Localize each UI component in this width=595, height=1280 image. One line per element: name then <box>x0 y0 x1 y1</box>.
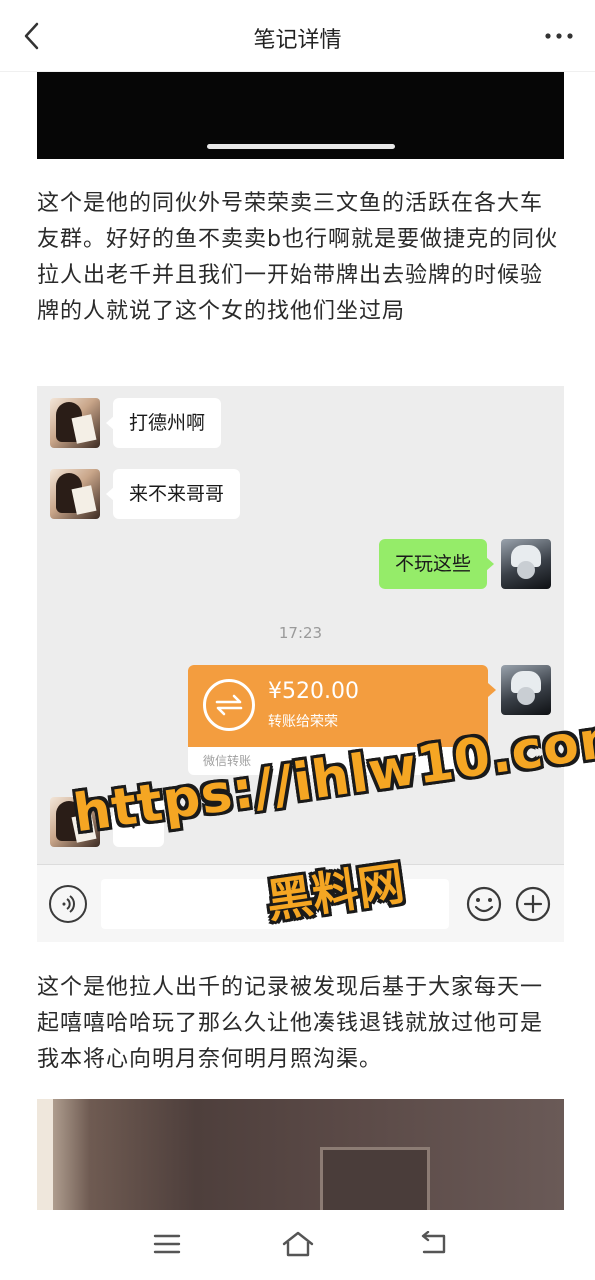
more-button[interactable] <box>535 16 583 56</box>
message-timestamp: 17:23 <box>278 624 323 642</box>
chat-screenshot-image[interactable]: 打德州啊 来不来哥哥 不玩这些 17:23 ¥520.00 转账给荣荣 微信转账… <box>37 386 564 942</box>
user-avatar <box>501 539 551 589</box>
transfer-amount: ¥520.00 <box>268 679 359 704</box>
top-nav-bar: 笔记详情 <box>0 0 595 72</box>
emoji-icon <box>465 885 503 923</box>
contact-avatar <box>50 398 100 448</box>
incoming-message-bubble: 打德州啊 <box>105 398 222 448</box>
menu-button[interactable] <box>147 1226 187 1262</box>
back-nav-button[interactable] <box>413 1226 453 1262</box>
home-icon <box>282 1231 314 1257</box>
incoming-message-bubble: 来不来哥哥 <box>105 469 241 519</box>
system-nav-bar <box>0 1210 595 1280</box>
post-photo[interactable] <box>37 1099 564 1210</box>
note-content[interactable]: 这个是他的同伙外号荣荣卖三文鱼的活跃在各大车友群。好好的鱼不卖卖b也行啊就是要做… <box>0 72 595 1210</box>
photo-door <box>320 1147 430 1210</box>
contact-avatar <box>50 469 100 519</box>
transfer-arrows-icon <box>203 679 255 731</box>
voice-input-icon <box>49 885 87 923</box>
plus-circle-icon <box>514 885 552 923</box>
video-player[interactable] <box>37 72 564 159</box>
page-title: 笔记详情 <box>253 28 342 53</box>
video-progress-bar[interactable] <box>207 144 395 149</box>
more-horizontal-icon <box>545 33 573 39</box>
post-paragraph: 这个是他的同伙外号荣荣卖三文鱼的活跃在各大车友群。好好的鱼不卖卖b也行啊就是要做… <box>37 191 558 324</box>
photo-wall-light <box>37 1099 53 1210</box>
transfer-description: 转账给荣荣 <box>268 714 338 730</box>
transfer-bubble-tail <box>488 683 496 697</box>
user-avatar <box>501 665 551 715</box>
post-paragraph: 这个是他拉人出千的记录被发现后基于大家每天一起嘻嘻哈哈玩了那么久让他凑钱退钱就放… <box>37 975 544 1072</box>
outgoing-message-bubble: 不玩这些 <box>378 539 495 589</box>
menu-icon <box>153 1234 181 1254</box>
home-button[interactable] <box>278 1226 318 1262</box>
back-icon <box>421 1231 446 1254</box>
